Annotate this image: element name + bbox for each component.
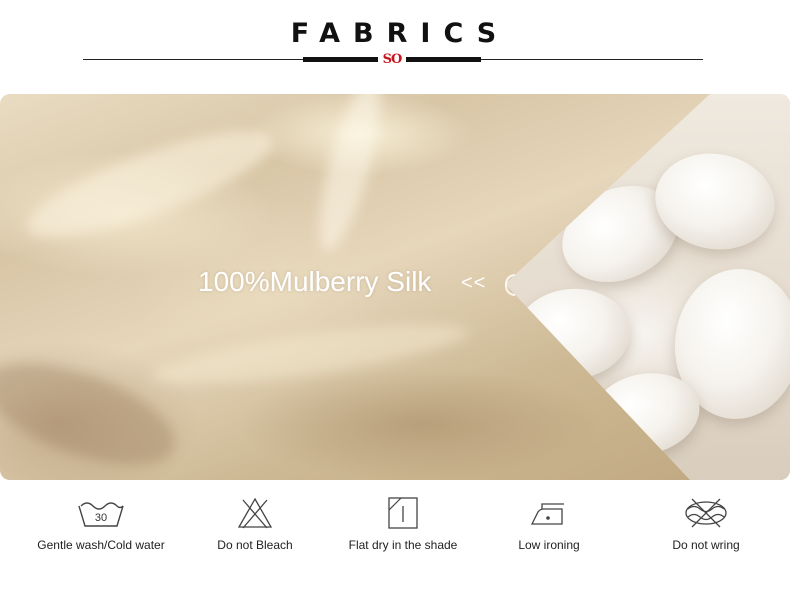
- care-item-gentle-wash: 30 Gentle wash/Cold water: [36, 496, 166, 552]
- section-title: FABRICS: [290, 18, 510, 49]
- care-item-flat-dry-shade: Flat dry in the shade: [343, 496, 463, 552]
- svg-text:30: 30: [95, 512, 107, 524]
- header-rule-accent-left: [303, 57, 381, 62]
- section-header: FABRICS SO: [0, 0, 790, 90]
- care-item-no-wring: Do not wring: [665, 496, 747, 552]
- care-label: Do not wring: [672, 538, 740, 552]
- silk-fold-shadow: [0, 342, 188, 480]
- wash-tub-30-icon: 30: [78, 502, 124, 527]
- low-iron-icon: [530, 503, 564, 525]
- care-label: Do not Bleach: [217, 538, 293, 552]
- header-rule-accent-right: [404, 57, 481, 62]
- silk-cocoon: [511, 284, 634, 384]
- cocoon-photo-panel: [505, 94, 790, 480]
- care-label: Low ironing: [518, 538, 580, 552]
- hero-arrows: <<: [461, 272, 487, 294]
- silk-fold-highlight: [307, 94, 393, 257]
- hero-pointer-mark: [505, 274, 515, 296]
- no-wring-icon: [685, 498, 727, 528]
- care-instructions: 30 Gentle wash/Cold water Do not Bleach …: [0, 496, 790, 576]
- silk-fold-highlight: [148, 311, 472, 397]
- brand-logo: SO: [378, 52, 406, 68]
- care-label: Gentle wash/Cold water: [37, 538, 165, 552]
- silk-hero-banner: 100%Mulberry Silk <<: [0, 94, 790, 480]
- hero-headline: 100%Mulberry Silk: [198, 266, 432, 297]
- care-item-no-bleach: Do not Bleach: [205, 496, 305, 552]
- silk-fold-highlight: [17, 111, 283, 257]
- care-label: Flat dry in the shade: [348, 538, 458, 552]
- care-item-low-ironing: Low ironing: [505, 496, 593, 552]
- no-bleach-icon: [237, 497, 273, 529]
- flat-dry-shade-icon: [388, 497, 418, 529]
